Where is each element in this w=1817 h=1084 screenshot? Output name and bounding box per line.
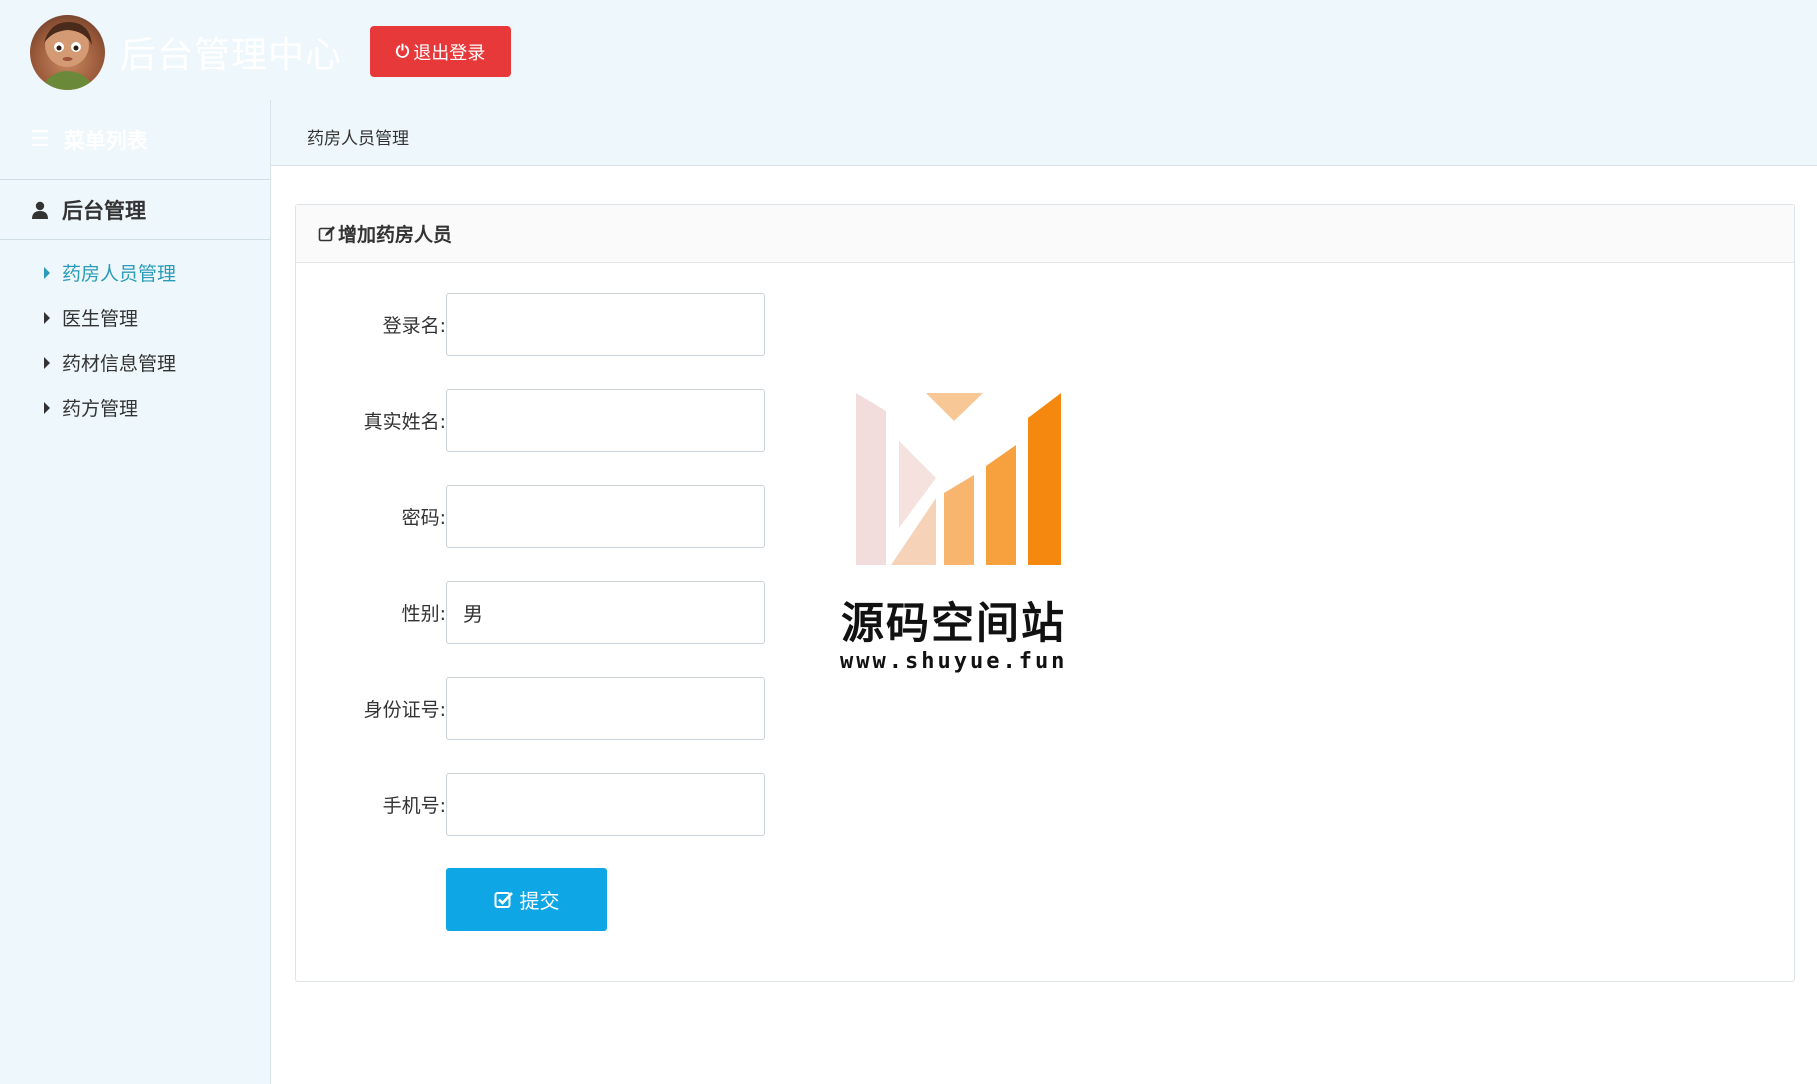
phone-label: 手机号:: [382, 795, 446, 817]
sidebar-item-label: 药方管理: [62, 398, 139, 420]
form-row-id-number: 身份证号:: [296, 677, 896, 740]
sidebar-submenu: 药房人员管理 医生管理 药材信息管理 药方管理: [0, 240, 270, 430]
menu-header[interactable]: ☰ 菜单列表: [0, 100, 270, 180]
menu-title: 菜单列表: [63, 128, 148, 153]
sidebar-item-doctors[interactable]: 医生管理: [0, 295, 270, 340]
add-staff-panel: 增加药房人员 登录名: 真实姓名: 密码: 性别: 身份证号: 手机号:: [295, 204, 1795, 982]
watermark: 源码空间站 www.shuyue.fun: [816, 393, 1064, 683]
real-name-label: 真实姓名:: [363, 411, 446, 433]
sidebar-item-label: 医生管理: [62, 308, 139, 330]
watermark-url: www.shuyue.fun: [840, 649, 1068, 674]
list-icon: ☰: [30, 127, 50, 152]
form-row-phone: 手机号:: [296, 773, 896, 836]
real-name-input[interactable]: [446, 389, 765, 452]
sidebar-item-prescriptions[interactable]: 药方管理: [0, 385, 270, 430]
password-label: 密码:: [401, 507, 446, 529]
user-icon: [32, 201, 48, 219]
login-name-label: 登录名:: [382, 315, 446, 337]
logout-button[interactable]: ⏻ 退出登录: [370, 26, 511, 77]
form-row-login-name: 登录名:: [296, 293, 896, 356]
sidebar-group-admin[interactable]: 后台管理: [0, 180, 270, 240]
gender-label: 性别:: [401, 603, 446, 625]
sidebar-item-pharmacy-staff[interactable]: 药房人员管理: [0, 250, 270, 295]
logout-label: 退出登录: [413, 42, 486, 64]
sidebar-item-label: 药材信息管理: [62, 353, 177, 375]
submit-label: 提交: [519, 889, 560, 913]
panel-title: 增加药房人员: [338, 224, 453, 246]
sidebar-item-label: 药房人员管理: [62, 263, 177, 285]
check-square-icon: [494, 890, 514, 910]
edit-icon: [318, 225, 336, 243]
watermark-title: 源码空间站: [841, 599, 1066, 649]
sidebar-item-medicine-info[interactable]: 药材信息管理: [0, 340, 270, 385]
id-number-input[interactable]: [446, 677, 765, 740]
caret-right-icon: [44, 311, 50, 324]
phone-input[interactable]: [446, 773, 765, 836]
login-name-input[interactable]: [446, 293, 765, 356]
watermark-logo: [856, 393, 1061, 565]
sidebar: ☰ 菜单列表 后台管理 药房人员管理 医生管理 药材信息管理 药方管理: [0, 100, 271, 1084]
gender-input[interactable]: [446, 581, 765, 644]
top-header: 后台管理中心 ⏻ 退出登录: [0, 0, 1817, 100]
caret-right-icon: [44, 266, 50, 279]
form-row-gender: 性别:: [296, 581, 896, 644]
avatar[interactable]: [30, 15, 105, 90]
breadcrumb-current[interactable]: 药房人员管理: [307, 124, 409, 149]
password-input[interactable]: [446, 485, 765, 548]
panel-heading: 增加药房人员: [296, 205, 1794, 263]
sidebar-group-label: 后台管理: [62, 198, 146, 223]
main-content: 增加药房人员 登录名: 真实姓名: 密码: 性别: 身份证号: 手机号:: [271, 166, 1817, 1084]
form-row-real-name: 真实姓名:: [296, 389, 896, 452]
caret-right-icon: [44, 401, 50, 414]
caret-right-icon: [44, 356, 50, 369]
power-icon: ⏻: [395, 41, 410, 62]
submit-button[interactable]: 提交: [446, 868, 607, 931]
id-number-label: 身份证号:: [363, 699, 446, 721]
breadcrumb: 药房人员管理: [271, 100, 1817, 166]
form-row-password: 密码:: [296, 485, 896, 548]
app-title: 后台管理中心: [120, 35, 343, 76]
